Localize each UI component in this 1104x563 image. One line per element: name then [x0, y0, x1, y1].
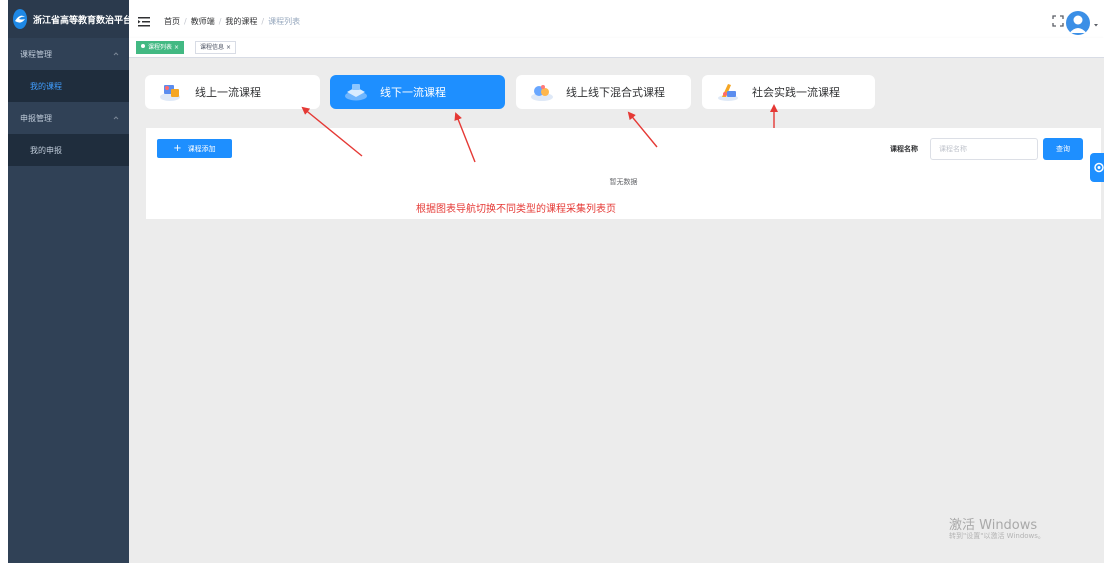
menu-group-label: 申报管理 — [20, 113, 52, 123]
close-icon[interactable]: × — [226, 44, 231, 51]
caret-down-icon[interactable] — [1093, 22, 1099, 28]
tab-offline-course[interactable]: 线下一流课程 — [330, 75, 505, 109]
tab-label: 线上一流课程 — [195, 86, 261, 99]
hybrid-course-icon — [531, 85, 553, 101]
plus-icon: + — [173, 143, 182, 154]
course-name-label: 课程名称 — [890, 145, 918, 153]
breadcrumb-separator: / — [261, 17, 265, 26]
tag-course-list[interactable]: 课程列表 × — [136, 41, 184, 54]
top-navbar: 首页 / 教师端 / 我的课程 / 课程列表 — [129, 0, 1104, 42]
sidebar-item-my-courses[interactable]: 我的课程 — [8, 70, 129, 102]
breadcrumb-item-my-courses[interactable]: 我的课程 — [225, 16, 257, 27]
gear-icon — [1094, 162, 1104, 173]
tab-online-course[interactable]: 线上一流课程 — [145, 75, 320, 109]
menu-group-label: 课程管理 — [20, 49, 52, 59]
app-title: 浙江省高等教育数治平台 — [33, 15, 133, 26]
windows-watermark-subtitle: 转到"设置"以激活 Windows。 — [949, 532, 1045, 540]
avatar[interactable] — [1066, 11, 1090, 35]
empty-data-text: 暂无数据 — [609, 178, 638, 186]
main-content: 线上一流课程 线下一流课程 线上线下混合式课程 社会实践一流课程 + 课程添加 … — [129, 58, 1104, 563]
fullscreen-icon[interactable] — [1052, 15, 1064, 27]
close-icon[interactable]: × — [174, 44, 179, 51]
breadcrumb-separator: / — [184, 17, 187, 26]
hamburger-icon[interactable] — [138, 17, 150, 27]
sidebar: 浙江省高等教育数治平台 课程管理 我的课程 申报管理 我的申报 — [8, 0, 133, 563]
course-name-input[interactable] — [930, 138, 1038, 160]
tab-label: 线上线下混合式课程 — [566, 86, 665, 99]
active-dot-icon — [141, 44, 145, 48]
breadcrumb-item-teacher[interactable]: 教师端 — [191, 16, 215, 27]
tag-label: 课程信息 — [200, 44, 225, 51]
menu-group-declare[interactable]: 申报管理 — [8, 102, 129, 134]
tag-course-info[interactable]: 课程信息 × — [195, 41, 236, 54]
add-course-label: 课程添加 — [187, 144, 216, 153]
logo-icon — [13, 9, 27, 29]
user-icon — [1069, 15, 1087, 33]
tag-label: 课程列表 — [148, 44, 173, 51]
social-practice-icon — [718, 84, 738, 101]
settings-float-tab[interactable] — [1090, 153, 1104, 182]
tab-hybrid-course[interactable]: 线上线下混合式课程 — [516, 75, 691, 109]
tab-social-practice-course[interactable]: 社会实践一流课程 — [702, 75, 875, 109]
logo-bar: 浙江省高等教育数治平台 — [8, 0, 133, 38]
menu-group-course[interactable]: 课程管理 — [8, 38, 129, 70]
tags-view: 课程列表 × 课程信息 × — [129, 38, 1104, 58]
annotation-text: 根据图表导航切换不同类型的课程采集列表页 — [416, 204, 616, 215]
offline-course-icon — [345, 84, 367, 101]
breadcrumb-separator: / — [218, 17, 222, 26]
tab-label: 线下一流课程 — [380, 86, 446, 99]
breadcrumb-item-home[interactable]: 首页 — [164, 16, 180, 27]
breadcrumb-item-current: 课程列表 — [268, 17, 301, 26]
sidebar-item-label: 我的课程 — [30, 81, 62, 91]
breadcrumb: 首页 / 教师端 / 我的课程 / 课程列表 — [164, 16, 300, 27]
add-course-button[interactable]: + 课程添加 — [157, 139, 232, 158]
sidebar-item-my-declarations[interactable]: 我的申报 — [8, 134, 129, 166]
tab-label: 社会实践一流课程 — [752, 86, 840, 99]
chevron-up-icon — [113, 52, 119, 56]
chevron-up-icon — [113, 116, 119, 120]
online-course-icon — [160, 85, 180, 101]
sidebar-item-label: 我的申报 — [30, 145, 62, 155]
query-button[interactable]: 查询 — [1043, 138, 1083, 160]
course-list-panel: + 课程添加 课程名称 查询 暂无数据 根据图表导航切换不同类型的课程采集列表页 — [146, 128, 1101, 219]
